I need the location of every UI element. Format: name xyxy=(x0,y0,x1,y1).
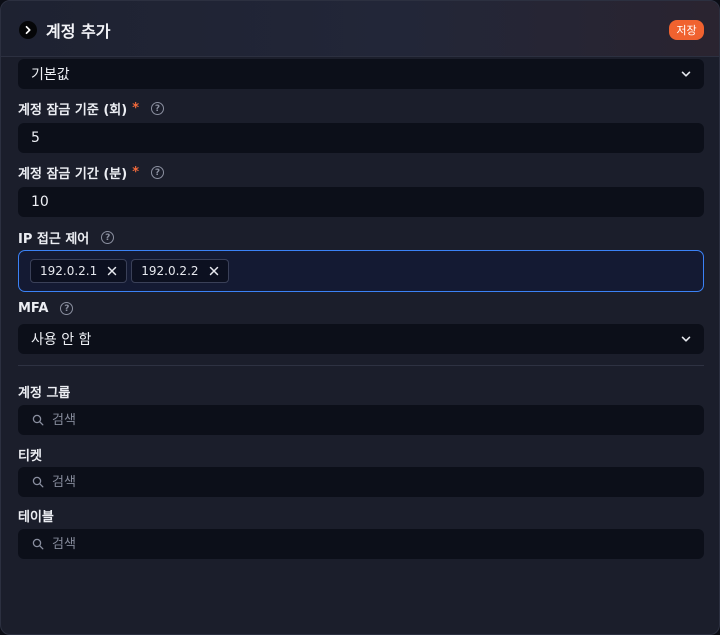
page-title: 계정 추가 xyxy=(46,22,111,41)
lock-threshold-value: 5 xyxy=(31,130,40,146)
close-icon xyxy=(108,266,117,276)
preset-select[interactable]: 기본값 xyxy=(18,59,704,89)
mfa-label: MFA ? xyxy=(18,301,74,316)
lock-duration-label-text: 계정 잠금 기간 (분) xyxy=(18,167,128,182)
preset-value: 기본값 xyxy=(31,67,70,83)
question-circle-icon[interactable]: ? xyxy=(151,102,164,115)
ip-access-tag-input[interactable]: 192.0.2.1 192.0.2.2 xyxy=(18,250,704,292)
mfa-select[interactable]: 사용 안 함 xyxy=(18,324,704,354)
ip-access-label-text: IP 접근 제어 xyxy=(18,232,90,247)
ip-access-label: IP 접근 제어 ? xyxy=(18,228,115,247)
lock-threshold-input[interactable]: 5 xyxy=(18,123,704,153)
ticket-search[interactable] xyxy=(18,467,704,497)
table-label-text: 테이블 xyxy=(18,510,54,525)
required-marker: * xyxy=(132,165,139,180)
ip-tag: 192.0.2.1 xyxy=(30,259,128,283)
ticket-label: 티켓 xyxy=(18,445,42,464)
lock-duration-value: 10 xyxy=(31,194,49,210)
lock-threshold-label: 계정 잠금 기준 (회) * ? xyxy=(18,99,164,118)
mfa-label-text: MFA xyxy=(18,301,49,316)
ip-tag: 192.0.2.2 xyxy=(131,259,229,283)
search-icon xyxy=(32,476,44,488)
mfa-value: 사용 안 함 xyxy=(31,332,92,348)
account-group-search-input[interactable] xyxy=(52,412,652,428)
table-label: 테이블 xyxy=(18,506,54,525)
account-group-label-text: 계정 그룹 xyxy=(18,386,71,401)
question-circle-icon[interactable]: ? xyxy=(151,166,164,179)
chevron-down-icon xyxy=(681,336,691,342)
lock-duration-label: 계정 잠금 기간 (분) * ? xyxy=(18,163,164,182)
chevron-right-icon xyxy=(25,25,31,35)
table-search[interactable] xyxy=(18,529,704,559)
account-group-search[interactable] xyxy=(18,405,704,435)
search-icon xyxy=(32,414,44,426)
lock-duration-input[interactable]: 10 xyxy=(18,187,704,217)
required-marker: * xyxy=(132,101,139,116)
panel-header: 계정 추가 저장 xyxy=(1,1,719,57)
chevron-down-icon xyxy=(681,71,691,77)
ticket-search-input[interactable] xyxy=(52,474,652,490)
question-circle-icon[interactable]: ? xyxy=(101,231,115,244)
add-account-panel: 계정 추가 저장 기본값 계정 잠금 기준 (회) * ? 5 계정 잠금 기간… xyxy=(0,0,720,635)
account-group-label: 계정 그룹 xyxy=(18,382,70,401)
ticket-label-text: 티켓 xyxy=(18,449,42,464)
expand-button[interactable] xyxy=(19,21,37,39)
save-button[interactable]: 저장 xyxy=(669,20,704,40)
ip-tag-label: 192.0.2.1 xyxy=(40,264,98,278)
lock-threshold-label-text: 계정 잠금 기준 (회) xyxy=(18,103,128,118)
table-search-input[interactable] xyxy=(52,536,652,552)
search-icon xyxy=(32,538,44,550)
section-divider xyxy=(18,365,704,366)
ip-tag-label: 192.0.2.2 xyxy=(141,264,199,278)
remove-tag-button[interactable] xyxy=(107,266,117,276)
question-circle-icon[interactable]: ? xyxy=(60,302,74,315)
close-icon xyxy=(209,266,218,276)
remove-tag-button[interactable] xyxy=(209,266,219,276)
